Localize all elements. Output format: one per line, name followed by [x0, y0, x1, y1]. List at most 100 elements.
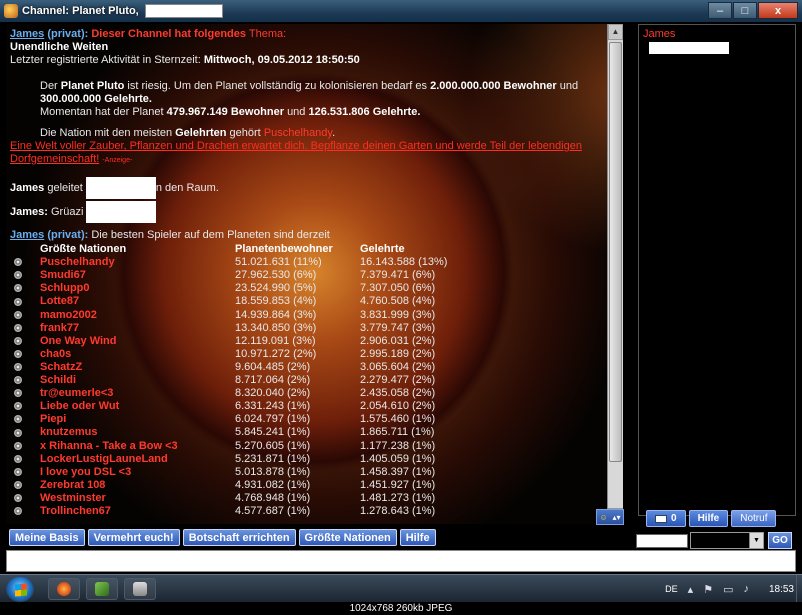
nation-name[interactable]: Schildi [40, 374, 235, 387]
scroll-up-icon[interactable]: ▲ [608, 24, 623, 40]
scholars-value: 2.279.477 (2%) [360, 374, 436, 387]
bullet-cell [10, 269, 40, 282]
top-scholar-nation[interactable]: Puschelhandy [264, 127, 332, 139]
nation-name[interactable]: x Rihanna - Take a Bow <3 [40, 440, 235, 453]
chat-log: James (privat): Dieser Channel hat folge… [6, 24, 623, 524]
nation-name[interactable]: Piepi [40, 413, 235, 426]
private-tag: (privat): [47, 229, 89, 242]
go-button[interactable]: GO [768, 532, 792, 549]
nation-name[interactable]: I love you DSL <3 [40, 466, 235, 479]
nation-name[interactable]: knutzemus [40, 426, 235, 439]
chat-line: James: Grüazi [10, 201, 600, 224]
close-button[interactable]: x [758, 2, 798, 19]
mail-button[interactable]: 0 [646, 510, 686, 527]
nick-link[interactable]: James [10, 229, 44, 241]
firefox-icon [57, 582, 71, 596]
text: Die besten Spieler auf dem Planeten sind… [91, 229, 330, 242]
nick[interactable]: James [10, 182, 44, 194]
action-button-0[interactable]: Meine Basis [9, 529, 85, 546]
scholars-value: 1.405.059 (1%) [360, 452, 436, 465]
inhabitants-value: 6.024.797 (1%) [235, 413, 311, 426]
nick[interactable]: James: [10, 206, 48, 218]
scholars-value: 3.831.999 (3%) [360, 308, 436, 321]
window-controls: – □ x [707, 2, 798, 19]
nation-name[interactable]: Trollinchen67 [40, 505, 235, 518]
chat-line: James (privat): Die besten Spieler auf d… [10, 229, 600, 242]
nation-name[interactable]: cha0s [40, 348, 235, 361]
action-button-1[interactable]: Vermehrt euch! [87, 529, 180, 546]
bullet-icon [14, 363, 22, 372]
start-button[interactable] [6, 576, 34, 602]
help-button[interactable]: Hilfe [688, 510, 729, 527]
user-list-item[interactable]: James [639, 25, 795, 40]
text: geleitet [47, 182, 83, 194]
message-input[interactable] [6, 550, 796, 572]
tray-arrow-icon[interactable]: ▴ [688, 583, 694, 596]
scroll-thumb[interactable] [609, 42, 622, 462]
nation-name[interactable]: mamo2002 [40, 309, 235, 322]
bullet-icon [14, 480, 22, 489]
nation-name[interactable]: SchatzZ [40, 361, 235, 374]
nation-name[interactable]: Lotte87 [40, 295, 235, 308]
scholars-value: 3.779.747 (3%) [360, 321, 436, 334]
topic-title: Unendliche Weiten [10, 41, 109, 53]
nation-name[interactable]: Zerebrat 108 [40, 479, 235, 492]
table-row: knutzemus 5.845.241 (1%) 1.865.711 (1%) [10, 426, 447, 439]
bullet-cell [10, 387, 40, 400]
private-tag: (privat): [47, 28, 89, 40]
advertisement[interactable]: Eine Welt voller Zauber, Pflanzen und Dr… [10, 140, 600, 153]
flag-icon[interactable]: ⚑ [703, 583, 713, 596]
nation-name[interactable]: frank77 [40, 322, 235, 335]
bullet-cell [10, 335, 40, 348]
bullet-cell [10, 466, 40, 479]
bullet-icon [14, 297, 22, 306]
table-row: I love you DSL <3 5.013.878 (1%) 1.458.397… [10, 466, 447, 479]
nation-name[interactable]: One Way Wind [40, 335, 235, 348]
smiley-picker-button[interactable]: ☺ ▴▾ [596, 509, 624, 525]
nation-name[interactable]: Westminster [40, 492, 235, 505]
action-button-4[interactable]: Hilfe [399, 529, 436, 546]
bullet-icon [14, 271, 22, 280]
scholars-value: 7.379.471 (6%) [360, 269, 436, 282]
planet-info-line-3: Die Nation mit den meisten Gelehrten geh… [10, 127, 600, 140]
bullet-icon [14, 310, 22, 319]
window-titlebar: Channel: Planet Pluto, – □ x [0, 0, 802, 22]
show-desktop-button[interactable] [796, 575, 802, 603]
monitor-icon[interactable]: ▭ [723, 583, 733, 596]
advertisement-2[interactable]: Dorfgemeinschaft! -Anzeige- [10, 153, 600, 167]
clock[interactable]: 18:53 [759, 584, 794, 595]
nation-name[interactable]: Liebe oder Wut [40, 400, 235, 413]
ad-link[interactable]: Dorfgemeinschaft! [10, 153, 99, 165]
nick-link[interactable]: James [10, 28, 44, 40]
maximize-button[interactable]: □ [733, 2, 757, 19]
scholars-value: 7.307.050 (6%) [360, 282, 436, 295]
inhabitants-value: 14.939.864 (3%) [235, 308, 317, 321]
taskbar-firefox[interactable] [48, 578, 80, 600]
scholars-value: 1.575.460 (1%) [360, 413, 436, 426]
nation-name[interactable]: Schlupp0 [40, 282, 235, 295]
emergency-button[interactable]: Notruf [731, 510, 777, 527]
nation-name[interactable]: tr@eumerle<3 [40, 387, 235, 400]
nation-name[interactable]: LockerLustigLauneLand [40, 453, 235, 466]
taskbar: DE ▴ ⚑ ▭ ♪ 18:53 [0, 574, 802, 603]
nation-name[interactable]: Puschelhandy [40, 256, 235, 269]
channel-select[interactable]: ▼ [690, 532, 764, 549]
inhabitants-value: 4.577.687 (1%) [235, 504, 311, 517]
scholars-value: 16.143.588 (13%) [360, 256, 448, 269]
chat-scrollbar[interactable]: ▲ ▼ [607, 24, 623, 524]
inhabitants-value: 5.013.878 (1%) [235, 465, 311, 478]
action-button-2[interactable]: Botschaft errichten [182, 529, 296, 546]
language-indicator[interactable]: DE [665, 584, 678, 594]
taskbar-app[interactable] [86, 578, 118, 600]
ad-link[interactable]: Eine Welt voller Zauber, Pflanzen und Dr… [10, 140, 582, 152]
channel-input[interactable] [636, 533, 688, 548]
minimize-button[interactable]: – [708, 2, 732, 19]
volume-icon[interactable]: ♪ [743, 583, 749, 595]
action-button-3[interactable]: Größte Nationen [298, 529, 397, 546]
header-inhabitants: Planetenbewohner [235, 243, 333, 256]
nation-name[interactable]: Smudi67 [40, 269, 235, 282]
taskbar-java[interactable] [124, 578, 156, 600]
chevron-icon: ▴▾ [612, 512, 621, 522]
chevron-down-icon[interactable]: ▼ [749, 533, 763, 548]
user-list: James [638, 24, 796, 516]
